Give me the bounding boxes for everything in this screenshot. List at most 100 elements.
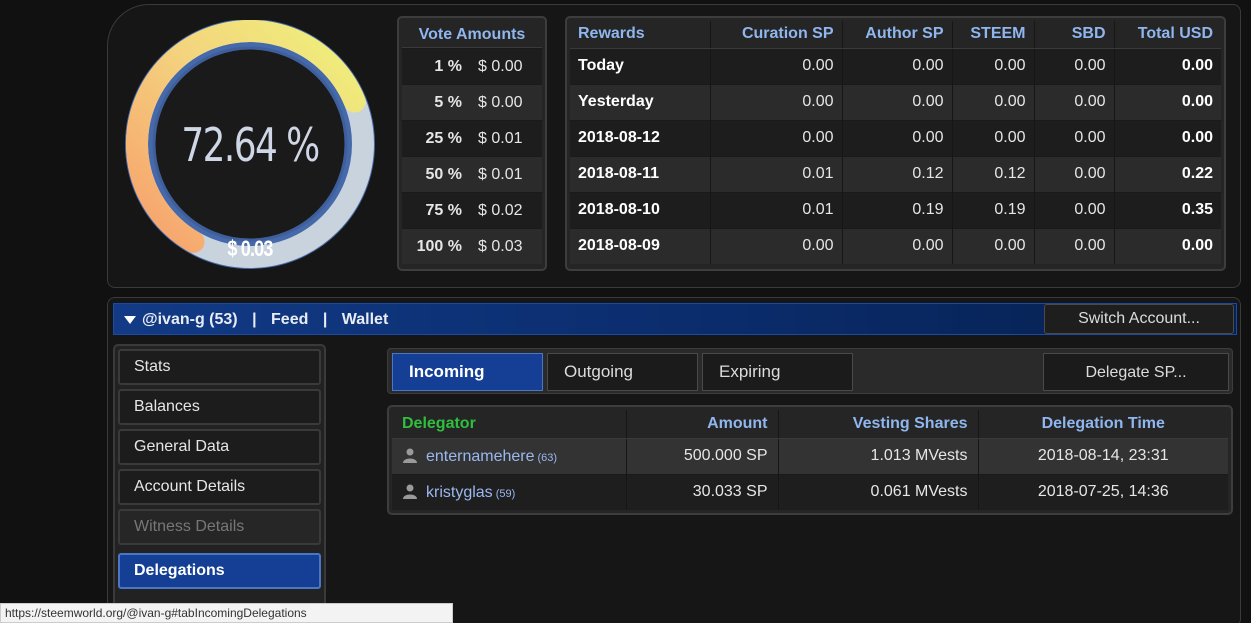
total-usd: 0.00 [1113,47,1221,84]
rewards-period: 2018-08-09 [570,227,710,264]
rewards-col-header: Author SP [841,21,952,49]
rewards-period: 2018-08-12 [570,119,710,156]
delegation-tabs: Incoming Outgoing Expiring Delegate SP..… [387,348,1233,394]
delegation-amount: 30.033 SP [625,473,778,510]
curation-sp: 0.00 [709,227,842,264]
rewards-table: Rewards Curation SP Author SP STEEM SBD … [565,16,1226,271]
steem: 0.00 [951,83,1034,120]
delegations-col-header: Vesting Shares [777,410,978,439]
reputation-badge: (59) [495,487,516,500]
total-usd: 0.00 [1113,227,1221,264]
sbd: 0.00 [1033,191,1114,228]
delegation-amount: 500.000 SP [625,437,778,474]
side-menu: Stats Balances General Data Account Deta… [113,344,326,623]
delegations-table: Delegator Amount Vesting Shares Delegati… [387,405,1233,515]
total-usd: 0.35 [1113,191,1221,228]
feed-link[interactable]: Feed [271,304,308,336]
table-row: enternamehere (63) 500.000 SP 1.013 MVest… [392,437,1228,474]
tab-incoming[interactable]: Incoming [392,353,543,391]
reputation-badge: (63) [537,451,558,464]
rewards-row: 2018-08-12 0.00 0.00 0.00 0.00 0.00 [570,119,1221,156]
delegations-grid: Delegator Amount Vesting Shares Delegati… [392,410,1228,510]
rewards-grid: Rewards Curation SP Author SP STEEM SBD … [570,21,1221,264]
vote-amounts-table: Vote Amounts 1 % $ 0.00 5 % $ 0.00 25 % $ 0… [397,16,547,271]
rewards-period: 2018-08-11 [570,155,710,192]
rewards-row: Today 0.00 0.00 0.00 0.00 0.00 [570,47,1221,84]
sbd: 0.00 [1033,47,1114,84]
voting-power-gauge: 72.64 % $ 0.03 [121,19,379,274]
side-menu-stats[interactable]: Stats [118,349,321,385]
delegations-col-header: Delegation Time [977,410,1228,439]
side-menu-account-details[interactable]: Account Details [118,469,321,505]
vote-usd: $ 0.01 [478,166,523,183]
vote-amounts-header: Vote Amounts [402,21,542,48]
table-row: kristyglas (59) 30.033 SP 0.061 MVests 20… [392,473,1228,510]
rewards-period: Yesterday [570,83,710,120]
side-menu-delegations[interactable]: Delegations [118,553,321,589]
account-name: @ivan-g (53) [142,311,238,328]
delegate-sp-button[interactable]: Delegate SP... [1043,353,1229,391]
vote-row: 25 % $ 0.01 [402,120,542,156]
triangle-down-icon [124,315,136,324]
rewards-col-header: Rewards [570,21,710,49]
vote-usd: $ 0.00 [478,94,523,111]
delegation-time: 2018-07-25, 14:36 [977,473,1228,510]
sbd: 0.00 [1033,83,1114,120]
delegator-cell: kristyglas (59) [392,473,626,510]
sbd: 0.00 [1033,119,1114,156]
steem: 0.00 [951,227,1034,264]
side-menu-general-data[interactable]: General Data [118,429,321,465]
steem: 0.12 [951,155,1034,192]
tab-outgoing[interactable]: Outgoing [547,353,698,391]
account-toggle[interactable]: @ivan-g (53) [124,304,238,336]
delegation-time: 2018-08-14, 23:31 [977,437,1228,474]
author-sp: 0.19 [841,191,952,228]
total-usd: 0.00 [1113,119,1221,156]
steem: 0.00 [951,47,1034,84]
sbd: 0.00 [1033,227,1114,264]
vote-row: 50 % $ 0.01 [402,156,542,192]
vote-usd: $ 0.02 [478,202,523,219]
vote-percent: 50 % [425,166,462,183]
vote-usd: $ 0.03 [478,238,523,255]
author-sp: 0.00 [841,83,952,120]
wallet-link[interactable]: Wallet [342,304,389,336]
vote-row: 5 % $ 0.00 [402,84,542,120]
rewards-period: 2018-08-10 [570,191,710,228]
rewards-period: Today [570,47,710,84]
browser-status-bar: https://steemworld.org/@ivan-g#tabIncomi… [0,603,453,623]
delegations-col-header: Delegator [392,410,626,439]
vote-usd: $ 0.00 [478,58,523,75]
rewards-col-header: Total USD [1113,21,1221,49]
rewards-col-header: SBD [1033,21,1114,49]
rewards-col-header: Curation SP [709,21,842,49]
vesting-shares: 0.061 MVests [777,473,978,510]
side-menu-witness-details[interactable]: Witness Details [118,509,321,545]
rewards-row: 2018-08-11 0.01 0.12 0.12 0.00 0.22 [570,155,1221,192]
vote-percent: 75 % [425,202,462,219]
vote-percent: 100 % [416,238,462,255]
curation-sp: 0.00 [709,47,842,84]
switch-account-button[interactable]: Switch Account... [1044,304,1234,334]
delegator-link[interactable]: kristyglas [426,484,493,501]
delegator-link[interactable]: enternamehere [426,448,535,465]
curation-sp: 0.01 [709,155,842,192]
vote-percent: 5 % [434,94,462,111]
curation-sp: 0.00 [709,119,842,156]
author-sp: 0.12 [841,155,952,192]
voting-power-percent: 72.64 % [181,118,320,172]
vote-usd: $ 0.01 [478,130,523,147]
side-menu-balances[interactable]: Balances [118,389,321,425]
total-usd: 0.00 [1113,83,1221,120]
curation-sp: 0.00 [709,83,842,120]
vote-value: $ 0.03 [227,236,273,261]
curation-sp: 0.01 [709,191,842,228]
rewards-row: 2018-08-09 0.00 0.00 0.00 0.00 0.00 [570,227,1221,264]
rewards-row: Yesterday 0.00 0.00 0.00 0.00 0.00 [570,83,1221,120]
author-sp: 0.00 [841,119,952,156]
user-icon [403,484,417,499]
tab-expiring[interactable]: Expiring [702,353,853,391]
rewards-row: 2018-08-10 0.01 0.19 0.19 0.00 0.35 [570,191,1221,228]
vote-percent: 25 % [425,130,462,147]
nav-separator: | [322,311,328,328]
